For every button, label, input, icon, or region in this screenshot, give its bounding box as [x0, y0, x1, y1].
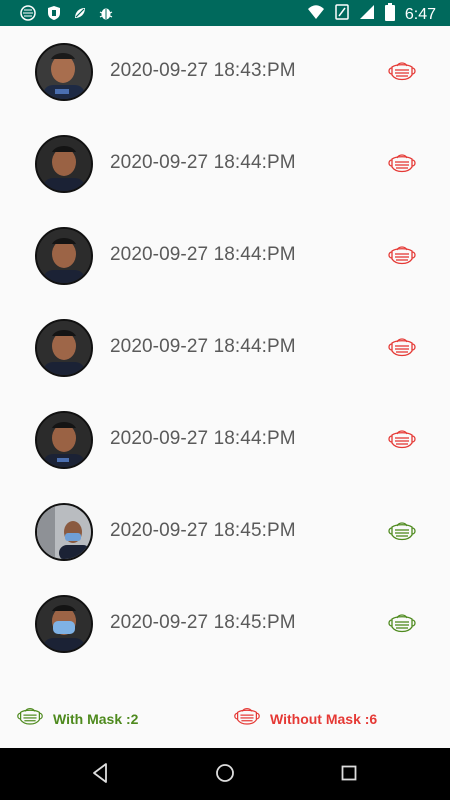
- bug-icon: [98, 5, 114, 26]
- face-avatar: [35, 135, 93, 193]
- face-avatar: [35, 595, 93, 653]
- list-item[interactable]: 2020-09-27 18:43:PM: [0, 26, 450, 118]
- list-item[interactable]: 2020-09-27 18:44:PM: [0, 302, 450, 394]
- home-icon[interactable]: [214, 762, 236, 789]
- timestamp: 2020-09-27 18:44:PM: [110, 336, 296, 357]
- face-avatar: [35, 503, 93, 561]
- no-mask-icon: [386, 148, 418, 180]
- timestamp: 2020-09-27 18:44:PM: [110, 244, 296, 265]
- list-item[interactable]: 2020-09-27 18:45:PM: [0, 578, 450, 670]
- without-mask-count: Without Mask :6: [270, 710, 378, 727]
- with-mask-count: With Mask :2: [53, 710, 139, 727]
- clock-time: 6:47: [404, 5, 436, 23]
- without-mask-summary: Without Mask :6: [232, 702, 377, 735]
- summary-footer: With Mask :2 Without Mask :6: [0, 690, 450, 745]
- timestamp: 2020-09-27 18:43:PM: [110, 60, 296, 81]
- back-icon[interactable]: [90, 762, 110, 789]
- signal-icon: [359, 4, 375, 25]
- mask-icon: [386, 516, 418, 548]
- face-avatar: [35, 319, 93, 377]
- face-avatar: [35, 43, 93, 101]
- no-mask-icon: [386, 332, 418, 364]
- list-item[interactable]: 2020-09-27 18:44:PM: [0, 118, 450, 210]
- list-item[interactable]: 2020-09-27 18:44:PM: [0, 210, 450, 302]
- battery-saver-icon: [335, 4, 349, 25]
- list-item[interactable]: 2020-09-27 18:45:PM: [0, 486, 450, 578]
- no-mask-icon: [386, 56, 418, 88]
- no-mask-icon: [386, 424, 418, 456]
- recents-icon[interactable]: [341, 765, 357, 786]
- mask-icon: [386, 608, 418, 640]
- detection-list[interactable]: 2020-09-27 18:43:PM 2020-09-27 18:44:PM …: [0, 26, 450, 666]
- timestamp: 2020-09-27 18:44:PM: [110, 428, 296, 449]
- shield-icon: [46, 5, 62, 26]
- circle-icon: [20, 5, 36, 26]
- no-mask-icon: [232, 702, 262, 735]
- face-avatar: [35, 411, 93, 469]
- timestamp: 2020-09-27 18:45:PM: [110, 612, 296, 633]
- battery-icon: [384, 3, 395, 26]
- paw-icon: [72, 5, 88, 26]
- mask-icon: [15, 702, 45, 735]
- timestamp: 2020-09-27 18:44:PM: [110, 152, 296, 173]
- timestamp: 2020-09-27 18:45:PM: [110, 520, 296, 541]
- navigation-bar: [0, 748, 450, 800]
- status-bar: 6:47: [0, 0, 450, 26]
- wifi-icon: [307, 4, 325, 25]
- with-mask-summary: With Mask :2: [15, 702, 138, 735]
- face-avatar: [35, 227, 93, 285]
- list-item[interactable]: 2020-09-27 18:44:PM: [0, 394, 450, 486]
- no-mask-icon: [386, 240, 418, 272]
